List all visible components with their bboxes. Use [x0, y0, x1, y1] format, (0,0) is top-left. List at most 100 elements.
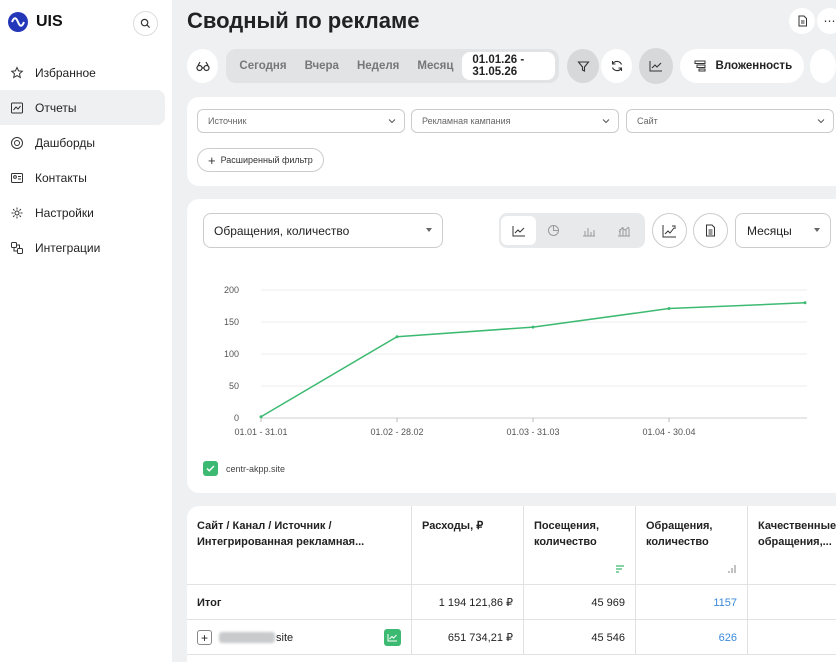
row-label: site — [276, 631, 294, 644]
data-point[interactable] — [667, 307, 671, 311]
sidebar-item-dashboards[interactable]: Дашборды — [0, 125, 165, 160]
row-visits: 45 546 — [524, 620, 636, 655]
nesting-button[interactable]: Вложенность — [679, 49, 805, 83]
chart-export-button[interactable] — [693, 213, 728, 248]
extra-toolbar-button[interactable] — [810, 49, 836, 83]
nesting-icon — [694, 60, 706, 72]
chart-legend: centr-akpp.site — [203, 461, 285, 476]
data-point[interactable] — [259, 415, 263, 419]
trend-button[interactable] — [652, 213, 687, 248]
line-chart: 0 50 100 150 200 01.01 - 31.01 01.02 - 28.02 0… — [224, 285, 807, 437]
campaign-select-placeholder: Рекламная кампания — [422, 116, 511, 126]
y-tick-label: 0 — [234, 413, 239, 423]
series-line[interactable] — [260, 302, 806, 418]
more-options-button[interactable]: ⋯ — [817, 8, 836, 34]
metric-select-value: Обращения, количество — [214, 223, 350, 238]
total-label: Итог — [187, 585, 412, 620]
chart-toggle-button[interactable] — [639, 48, 673, 84]
column-header-quality[interactable]: Качественные обращения,... — [748, 506, 836, 585]
column-header-cost[interactable]: Расходы, ₽ — [412, 506, 524, 585]
column-header-label: Обращения, количество — [646, 520, 713, 548]
bar-chart-icon — [582, 227, 595, 236]
refresh-button[interactable] — [600, 49, 633, 83]
sidebar-item-label: Дашборды — [35, 135, 95, 150]
document-icon — [706, 224, 715, 237]
row-requests-link[interactable]: 626 — [636, 620, 748, 655]
uis-logo-icon — [8, 12, 28, 32]
column-header-visits[interactable]: Посещения, количество — [524, 506, 636, 585]
y-tick-label: 50 — [229, 381, 239, 391]
chart-type-stacked[interactable] — [606, 216, 641, 245]
data-table: Сайт / Канал / Источник / Интегрированна… — [187, 506, 836, 662]
sort-icon[interactable] — [615, 564, 625, 574]
site-select[interactable]: Сайт — [626, 109, 834, 133]
column-header-dimension[interactable]: Сайт / Канал / Источник / Интегрированна… — [187, 506, 412, 585]
site-select-placeholder: Сайт — [637, 116, 658, 126]
total-visits: 45 969 — [524, 585, 636, 620]
period-week[interactable]: Неделя — [348, 52, 408, 80]
glasses-icon — [196, 61, 210, 72]
redacted-text — [219, 632, 275, 643]
data-point[interactable] — [531, 325, 535, 329]
more-dots-icon: ⋯ — [823, 14, 836, 28]
sidebar: UIS Избранное Отчеты Дашборды Контакты Н… — [0, 0, 172, 662]
chart-type-switcher — [499, 213, 645, 248]
metric-select[interactable]: Обращения, количество — [203, 213, 443, 248]
sidebar-search-button[interactable] — [133, 11, 158, 36]
date-range-picker[interactable]: 01.01.26 - 31.05.26 — [462, 52, 556, 80]
period-toolbar: Сегодня Вчера Неделя Месяц 01.01.26 - 31… — [187, 48, 836, 84]
sidebar-item-favorites[interactable]: Избранное — [0, 55, 165, 90]
chevron-down-icon — [817, 119, 825, 124]
column-header-label: Сайт / Канал / Источник / Интегрированна… — [197, 520, 365, 548]
chart-card: Обращения, количество Месяцы 0 50 100 15… — [187, 199, 836, 493]
legend-series-label: centr-akpp.site — [226, 463, 286, 474]
search-icon — [140, 18, 151, 29]
line-chart-icon — [387, 634, 397, 642]
trend-icon — [662, 224, 676, 237]
sidebar-item-label: Интеграции — [35, 240, 101, 255]
chart-type-line[interactable] — [501, 216, 536, 245]
period-yesterday[interactable]: Вчера — [296, 52, 348, 80]
gear-icon — [11, 207, 23, 218]
sidebar-item-integrations[interactable]: Интеграции — [0, 230, 165, 265]
sidebar-item-contacts[interactable]: Контакты — [0, 160, 165, 195]
row-chart-button[interactable] — [384, 629, 401, 646]
data-point[interactable] — [395, 335, 399, 339]
x-tick-label: 01.02 - 28.02 — [370, 427, 423, 437]
chart-type-pie[interactable] — [536, 216, 571, 245]
row-quality-link[interactable]: 4 — [748, 620, 836, 655]
y-tick-label: 150 — [224, 317, 239, 327]
legend-checkbox[interactable] — [203, 461, 218, 476]
expand-row-button[interactable]: + — [197, 630, 212, 645]
filter-button[interactable] — [567, 49, 599, 83]
caret-down-icon — [426, 228, 432, 232]
reports-icon — [11, 102, 23, 113]
source-select[interactable]: Источник — [197, 109, 405, 133]
period-month[interactable]: Месяц — [408, 52, 462, 80]
sidebar-item-reports[interactable]: Отчеты — [0, 90, 165, 125]
app-logo[interactable]: UIS — [8, 12, 63, 32]
table-total-row: Итог 1 194 121,86 ₽ 45 969 1157 9 — [187, 585, 836, 620]
export-document-button[interactable] — [789, 8, 815, 34]
column-header-requests[interactable]: Обращения, количество — [636, 506, 748, 585]
nesting-label: Вложенность — [715, 60, 793, 72]
sidebar-item-settings[interactable]: Настройки — [0, 195, 165, 230]
total-requests-link[interactable]: 1157 — [636, 585, 748, 620]
chart-type-bar[interactable] — [571, 216, 606, 245]
stacked-bar-icon — [617, 226, 630, 236]
x-tick-label: 01.01 - 31.01 — [234, 427, 287, 437]
data-point[interactable] — [803, 301, 807, 305]
chevron-down-icon — [602, 119, 610, 124]
total-quality-link[interactable]: 9 — [748, 585, 836, 620]
advanced-filter-label: Расширенный фильтр — [220, 155, 313, 165]
tags-button[interactable] — [187, 49, 219, 83]
x-tick-label: 01.04 - 30.04 — [642, 427, 695, 437]
granularity-select[interactable]: Месяцы — [735, 213, 831, 248]
plus-icon: + — [208, 152, 216, 168]
sort-icon[interactable] — [727, 564, 737, 574]
advanced-filter-button[interactable]: + Расширенный фильтр — [197, 148, 324, 172]
campaign-select[interactable]: Рекламная кампания — [411, 109, 619, 133]
granularity-select-value: Месяцы — [747, 223, 792, 238]
period-today[interactable]: Сегодня — [230, 52, 295, 80]
check-icon — [206, 465, 215, 472]
